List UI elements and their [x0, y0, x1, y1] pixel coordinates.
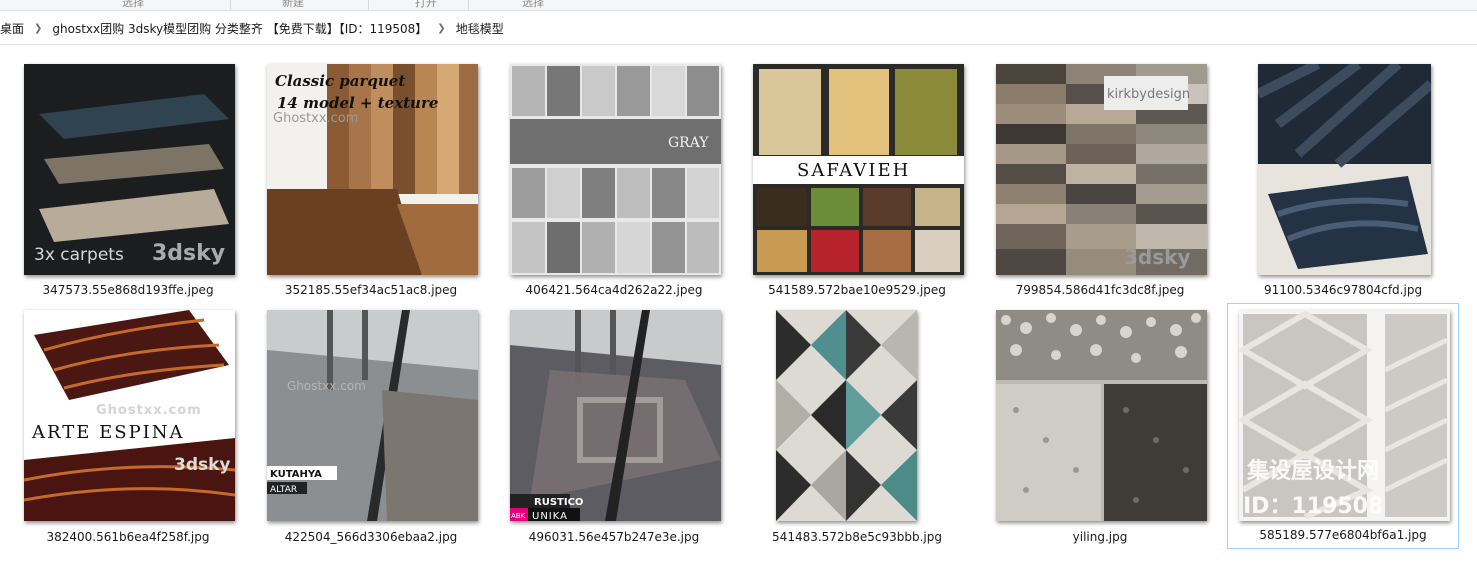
- thumb-text: ALTAR: [270, 485, 297, 495]
- file-thumbnail[interactable]: [1258, 64, 1431, 275]
- thumb-text: KUTAHYA: [270, 469, 322, 480]
- file-thumbnail[interactable]: RUSTICO UNIKA ABK: [510, 310, 721, 521]
- file-thumbnail[interactable]: Ghostxx.com ARTE ESPINA 3dsky: [24, 310, 235, 521]
- file-thumbnail[interactable]: [776, 310, 917, 521]
- breadcrumb-current[interactable]: 地毯模型: [452, 20, 508, 37]
- file-name[interactable]: 496031.56e457b247e3e.jpg: [499, 530, 729, 544]
- thumb-text: SAFAVIEH: [797, 160, 910, 181]
- ribbon-separator: [468, 0, 469, 10]
- file-name[interactable]: 541483.572b8e5c93bbb.jpg: [742, 530, 972, 544]
- file-thumbnail[interactable]: Ghostxx.com KUTAHYA ALTAR: [267, 310, 478, 521]
- chevron-right-icon[interactable]: ❯: [28, 23, 48, 34]
- chevron-right-icon[interactable]: ❯: [431, 23, 451, 34]
- file-thumbnail[interactable]: Classic parquet 14 model + texture Ghost…: [267, 64, 478, 275]
- file-item[interactable]: Ghostxx.com ARTE ESPINA 3dsky 382400.561…: [13, 290, 243, 544]
- file-item[interactable]: 3x carpets 3dsky 347573.55e868d193ffe.jp…: [13, 44, 243, 297]
- file-item[interactable]: Ghostxx.com KUTAHYA ALTAR 422504_566d330…: [256, 290, 486, 544]
- thumb-text: Classic parquet: [275, 72, 405, 90]
- ribbon-label-select[interactable]: 选择: [122, 0, 144, 10]
- file-item-selected[interactable]: 集设屋设计网 ID：119508 585189.577e6804bf6a1.jp…: [1227, 303, 1459, 549]
- thumb-text: ID：119508: [1243, 494, 1383, 519]
- file-item[interactable]: RUSTICO UNIKA ABK 496031.56e457b247e3e.j…: [499, 290, 729, 544]
- file-name[interactable]: 91100.5346c97804cfd.jpg: [1228, 283, 1458, 297]
- breadcrumb-folder[interactable]: ghostxx团购 3dsky模型团购 分类整齐 【免费下载】【ID：11950…: [48, 20, 431, 37]
- file-thumbnail[interactable]: GRAY: [510, 64, 721, 275]
- file-name[interactable]: 382400.561b6ea4f258f.jpg: [13, 530, 243, 544]
- thumb-text: 14 model + texture: [277, 94, 438, 112]
- thumb-text: Ghostxx.com: [287, 379, 366, 393]
- file-name[interactable]: 585189.577e6804bf6a1.jpg: [1228, 528, 1458, 542]
- address-bar[interactable]: 桌面 ❯ ghostxx团购 3dsky模型团购 分类整齐 【免费下载】【ID：…: [0, 12, 1477, 45]
- thumb-text: UNIKA: [532, 511, 568, 521]
- file-name[interactable]: yiling.jpg: [985, 530, 1215, 544]
- ribbon-strip: 选择 新建 打开 选择: [0, 0, 1477, 11]
- thumb-text: ARTE ESPINA: [31, 422, 185, 443]
- file-item[interactable]: 541483.572b8e5c93bbb.jpg: [742, 290, 972, 544]
- breadcrumb-desktop[interactable]: 桌面: [0, 20, 28, 37]
- ribbon-label-select-2[interactable]: 选择: [522, 0, 544, 10]
- file-item[interactable]: kirkbydesign 3dsky 799854.586d41fc3dc8f.…: [985, 44, 1215, 297]
- ribbon-label-open[interactable]: 打开: [415, 0, 437, 10]
- file-item[interactable]: yiling.jpg: [985, 290, 1215, 544]
- file-grid: 3x carpets 3dsky 347573.55e868d193ffe.jp…: [0, 44, 1477, 564]
- thumb-text: ABK: [511, 512, 526, 520]
- ribbon-separator: [368, 0, 369, 10]
- thumb-text: RUSTICO: [534, 497, 583, 508]
- file-thumbnail[interactable]: 3x carpets 3dsky: [24, 64, 235, 275]
- file-thumbnail[interactable]: SAFAVIEH: [753, 64, 964, 275]
- ribbon-separator: [230, 0, 231, 10]
- thumb-text: 集设屋设计网: [1246, 458, 1379, 484]
- thumb-text: 3dsky: [1124, 245, 1190, 269]
- file-item[interactable]: GRAY 406421.564ca4d262a22.jpeg: [499, 44, 729, 297]
- file-item[interactable]: 91100.5346c97804cfd.jpg: [1228, 44, 1458, 297]
- file-item[interactable]: Classic parquet 14 model + texture Ghost…: [256, 44, 486, 297]
- thumb-text: kirkbydesign: [1107, 87, 1190, 102]
- file-thumbnail[interactable]: kirkbydesign 3dsky: [996, 64, 1207, 275]
- file-thumbnail[interactable]: 集设屋设计网 ID：119508: [1239, 310, 1450, 521]
- file-thumbnail[interactable]: [996, 310, 1207, 521]
- file-item[interactable]: SAFAVIEH 541589.572bae10e9529.jpeg: [742, 44, 972, 297]
- thumb-text: Ghostxx.com: [96, 403, 202, 418]
- thumb-text: Ghostxx.com: [273, 111, 358, 126]
- ribbon-label-new[interactable]: 新建: [282, 0, 304, 10]
- thumb-text: GRAY: [668, 135, 709, 151]
- thumb-text: 3dsky: [174, 455, 231, 475]
- thumb-text: 3dsky: [152, 241, 225, 266]
- thumb-text: 3x carpets: [34, 245, 124, 265]
- file-name[interactable]: 422504_566d3306ebaa2.jpg: [256, 530, 486, 544]
